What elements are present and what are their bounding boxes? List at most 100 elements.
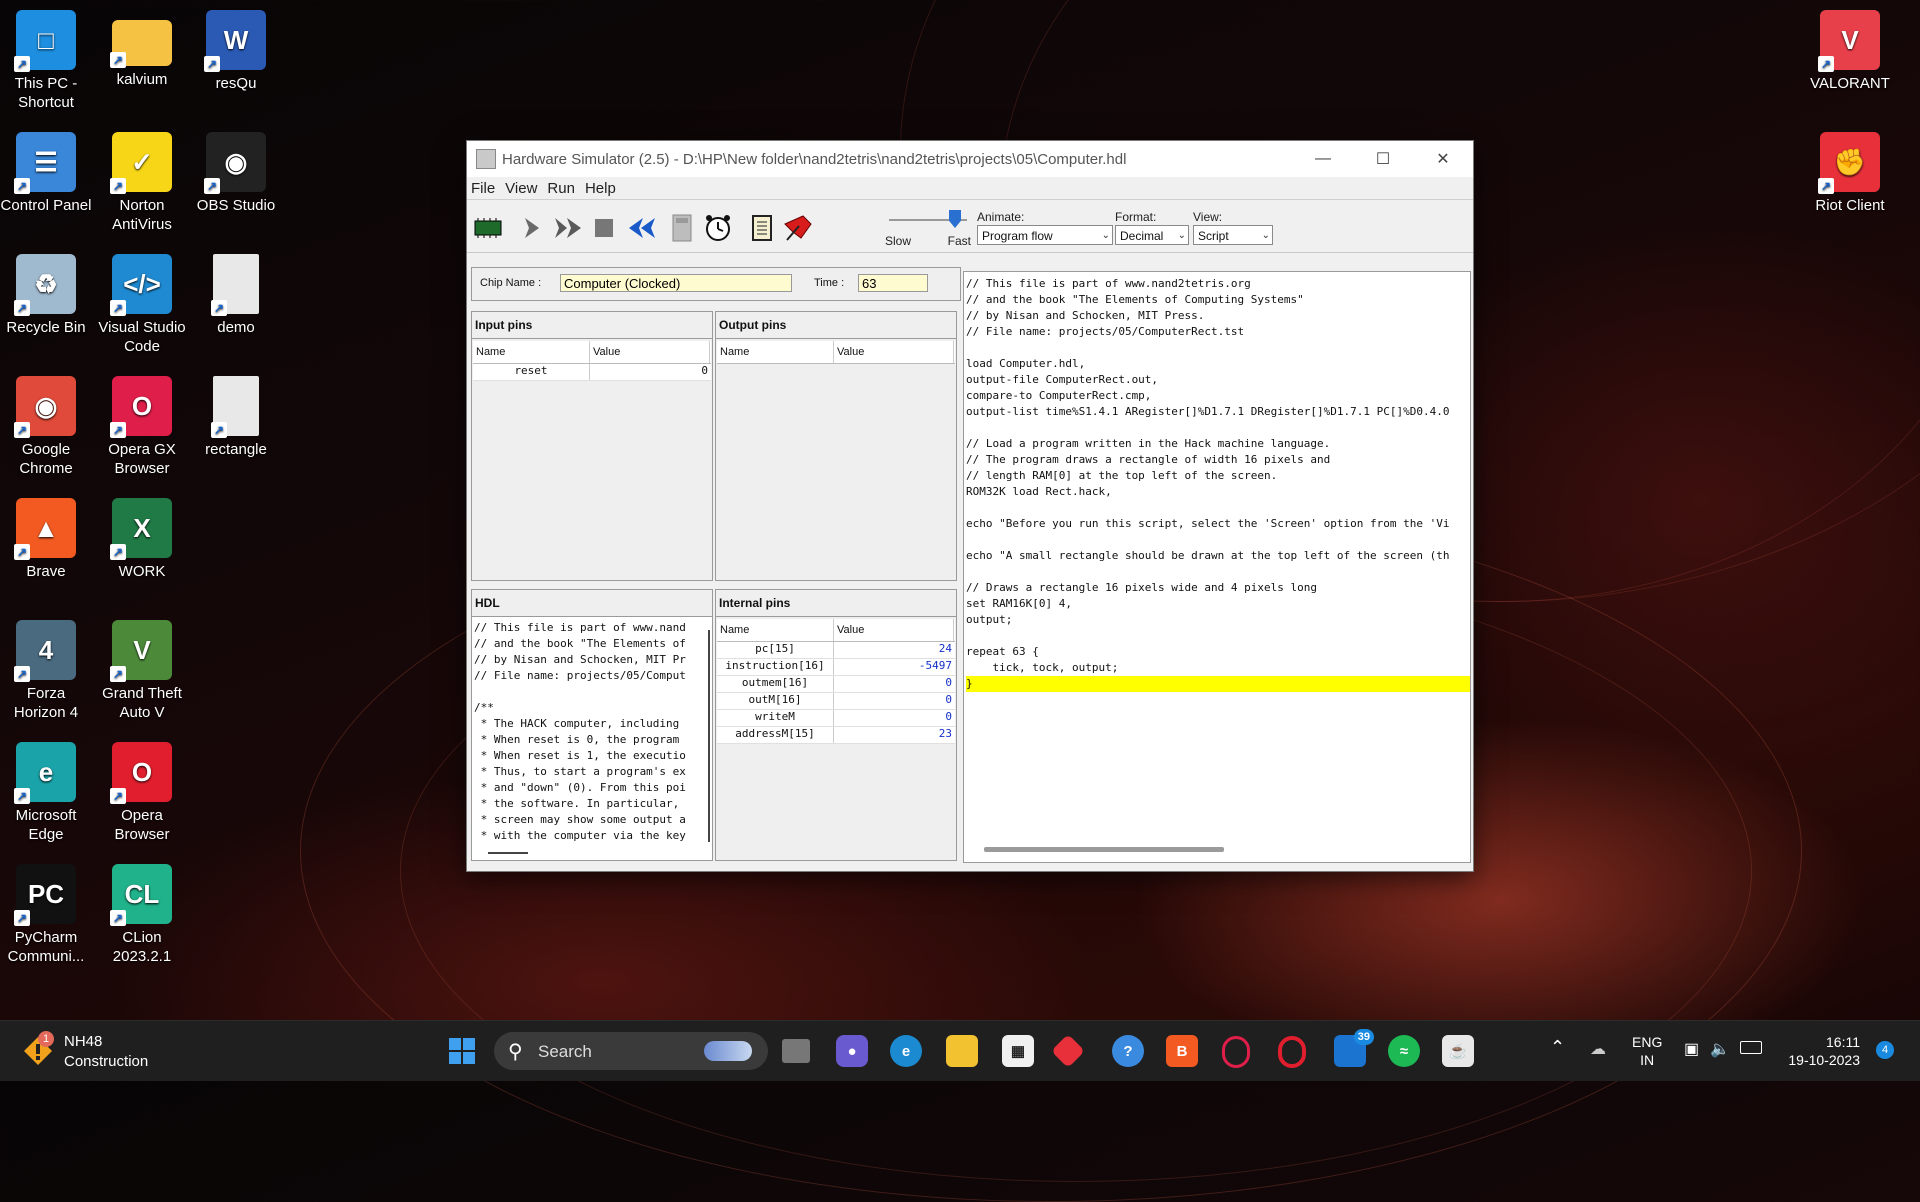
desktop-icon-opera-gx[interactable]: O ↗ Opera GX Browser — [96, 376, 188, 478]
desktop-icon-clion[interactable]: CL ↗ CLion 2023.2.1 — [96, 864, 188, 966]
desktop-icon-text-file[interactable]: ↗ demo — [190, 254, 282, 337]
mail-icon[interactable]: 39 — [1334, 1029, 1374, 1067]
help-icon[interactable]: ? — [1112, 1035, 1144, 1067]
desktop-icon-valorant[interactable]: V ↗ VALORANT — [1804, 10, 1896, 93]
opera-gx-taskbar-icon[interactable] — [1222, 1036, 1250, 1068]
microsoft-store-icon[interactable]: ▦ — [1002, 1035, 1034, 1067]
desktop-icon-chrome[interactable]: ◉ ↗ Google Chrome — [0, 376, 92, 478]
menu-run[interactable]: Run — [547, 180, 575, 197]
desktop-icon-forza[interactable]: 4 ↗ Forza Horizon 4 — [0, 620, 92, 722]
brave-taskbar-icon[interactable]: B — [1166, 1035, 1198, 1067]
clock-icon[interactable] — [703, 213, 733, 243]
chip-name-field[interactable]: Computer (Clocked) — [560, 274, 792, 292]
hdl-code[interactable]: // This file is part of www.nand // and t… — [474, 620, 692, 846]
java-app-icon[interactable]: ☕ — [1442, 1035, 1474, 1067]
weather-widget-icon[interactable]: 1 — [22, 1031, 54, 1067]
hdl-horizontal-scrollbar[interactable] — [488, 852, 528, 854]
table-row[interactable]: writeM 0 — [717, 710, 955, 727]
desktop-icon-control-panel[interactable]: ☰ ↗ Control Panel — [0, 132, 92, 215]
file-explorer-icon[interactable] — [946, 1035, 978, 1067]
opera-taskbar-icon[interactable] — [1278, 1036, 1306, 1068]
desktop-icon-opera[interactable]: O ↗ Opera Browser — [96, 742, 188, 844]
shortcut-arrow-icon: ↗ — [110, 178, 126, 194]
opera-gx-icon: O ↗ — [110, 376, 172, 438]
table-row[interactable]: reset 0 — [473, 364, 711, 381]
app-red-diamond-icon[interactable] — [1051, 1034, 1085, 1068]
onedrive-icon[interactable]: ☁ — [1590, 1039, 1606, 1059]
load-chip-icon[interactable] — [473, 213, 503, 243]
weather-widget[interactable]: NH48 Construction — [64, 1032, 148, 1072]
desktop-icon-brave[interactable]: ▲ ↗ Brave — [0, 498, 92, 581]
volume-icon[interactable]: 🔈 — [1710, 1039, 1730, 1059]
network-icon[interactable]: ▣ — [1684, 1039, 1699, 1059]
script-line: echo "A small rectangle should be drawn … — [966, 549, 1450, 562]
desktop-icon-pycharm[interactable]: PC ↗ PyCharm Communi... — [0, 864, 92, 966]
desktop-icon-monitor[interactable]: □ ↗ This PC - Shortcut — [0, 10, 92, 112]
shortcut-arrow-icon: ↗ — [204, 178, 220, 194]
task-view-icon[interactable] — [782, 1039, 810, 1063]
clock[interactable]: 16:11 19-10-2023 — [1780, 1033, 1860, 1069]
chevron-up-icon[interactable]: ⌃ — [1550, 1037, 1565, 1058]
breakpoints-icon[interactable] — [783, 213, 813, 243]
time-field[interactable]: 63 — [858, 274, 928, 292]
single-step-icon[interactable] — [517, 213, 547, 243]
desktop-icon-riot-client[interactable]: ✊ ↗ Riot Client — [1804, 132, 1896, 215]
table-row[interactable]: outmem[16] 0 — [717, 676, 955, 693]
pin-value[interactable]: 0 — [590, 364, 710, 380]
reset-icon[interactable] — [625, 213, 655, 243]
shortcut-arrow-icon: ↗ — [211, 300, 227, 316]
menu-file[interactable]: File — [471, 180, 495, 197]
desktop-icon-norton[interactable]: ✓ ↗ Norton AntiVirus — [96, 132, 188, 234]
hdl-scrollbar[interactable] — [708, 630, 710, 842]
desktop-icon-vscode[interactable]: </> ↗ Visual Studio Code — [96, 254, 188, 356]
desktop-icon-gta[interactable]: V ↗ Grand Theft Auto V — [96, 620, 188, 722]
script-code[interactable]: // This file is part of www.nand2tetris.… — [966, 276, 1470, 834]
shortcut-arrow-icon: ↗ — [110, 52, 126, 68]
menu-view[interactable]: View — [505, 180, 537, 197]
load-script-icon[interactable] — [747, 213, 777, 243]
weather-subtitle: Construction — [64, 1053, 149, 1070]
desktop-icon-obs[interactable]: ◉ ↗ OBS Studio — [190, 132, 282, 215]
title-bar[interactable]: Hardware Simulator (2.5) - D:\HP\New fol… — [467, 141, 1473, 177]
script-horizontal-scrollbar[interactable] — [984, 847, 1224, 852]
chat-icon[interactable]: ● — [836, 1035, 868, 1067]
battery-icon[interactable] — [1740, 1041, 1762, 1054]
desktop-icon-text-file[interactable]: ↗ rectangle — [190, 376, 282, 459]
desktop-icon-folder[interactable]: ↗ kalvium — [96, 10, 188, 89]
eval-calculator-icon[interactable] — [667, 213, 697, 243]
desktop-icon-recycle-bin[interactable]: ♻ ↗ Recycle Bin — [0, 254, 92, 337]
table-row[interactable]: outM[16] 0 — [717, 693, 955, 710]
stop-icon[interactable] — [589, 213, 619, 243]
script-line — [966, 532, 1470, 548]
minimize-button[interactable]: — — [1293, 150, 1353, 168]
start-button[interactable] — [446, 1035, 478, 1067]
speed-slider-knob[interactable] — [949, 210, 961, 228]
desktop-icon-edge[interactable]: e ↗ Microsoft Edge — [0, 742, 92, 844]
notification-badge[interactable]: 4 — [1876, 1041, 1894, 1059]
chip-info-bar: Chip Name : Computer (Clocked) Time : 63 — [471, 267, 961, 301]
close-button[interactable]: ✕ — [1413, 149, 1473, 169]
desktop-icon-excel[interactable]: X ↗ WORK — [96, 498, 188, 581]
script-line: // by Nisan and Schocken, MIT Press. — [966, 309, 1205, 322]
animate-select[interactable]: Program flow ⌄ — [977, 225, 1113, 245]
script-line: output-list time%S1.4.1 ARegister[]%D1.7… — [966, 405, 1450, 418]
hdl-line: * Thus, to start a program's ex — [474, 765, 686, 778]
script-line: } — [966, 676, 1470, 692]
format-select[interactable]: Decimal ⌄ — [1115, 225, 1189, 245]
desktop-icon-label: Opera GX Browser — [108, 441, 176, 477]
speed-slider[interactable]: Slow Fast — [885, 208, 971, 248]
run-icon[interactable] — [553, 213, 583, 243]
desktop-icon-label: PyCharm Communi... — [7, 929, 85, 965]
hdl-line: // and the book "The Elements of — [474, 637, 686, 650]
maximize-button[interactable]: ☐ — [1353, 149, 1413, 169]
language-indicator[interactable]: ENG IN — [1632, 1033, 1662, 1069]
table-row[interactable]: addressM[15] 23 — [717, 727, 955, 744]
table-row[interactable]: instruction[16] -5497 — [717, 659, 955, 676]
edge-taskbar-icon[interactable]: e — [890, 1035, 922, 1067]
spotify-icon[interactable]: ≈ — [1388, 1035, 1420, 1067]
table-row[interactable]: pc[15] 24 — [717, 642, 955, 659]
desktop-icon-word-document[interactable]: W ↗ resQu — [190, 10, 282, 93]
view-select[interactable]: Script ⌄ — [1193, 225, 1273, 245]
menu-help[interactable]: Help — [585, 180, 616, 197]
search-box[interactable]: ⚲ Search — [494, 1032, 768, 1070]
